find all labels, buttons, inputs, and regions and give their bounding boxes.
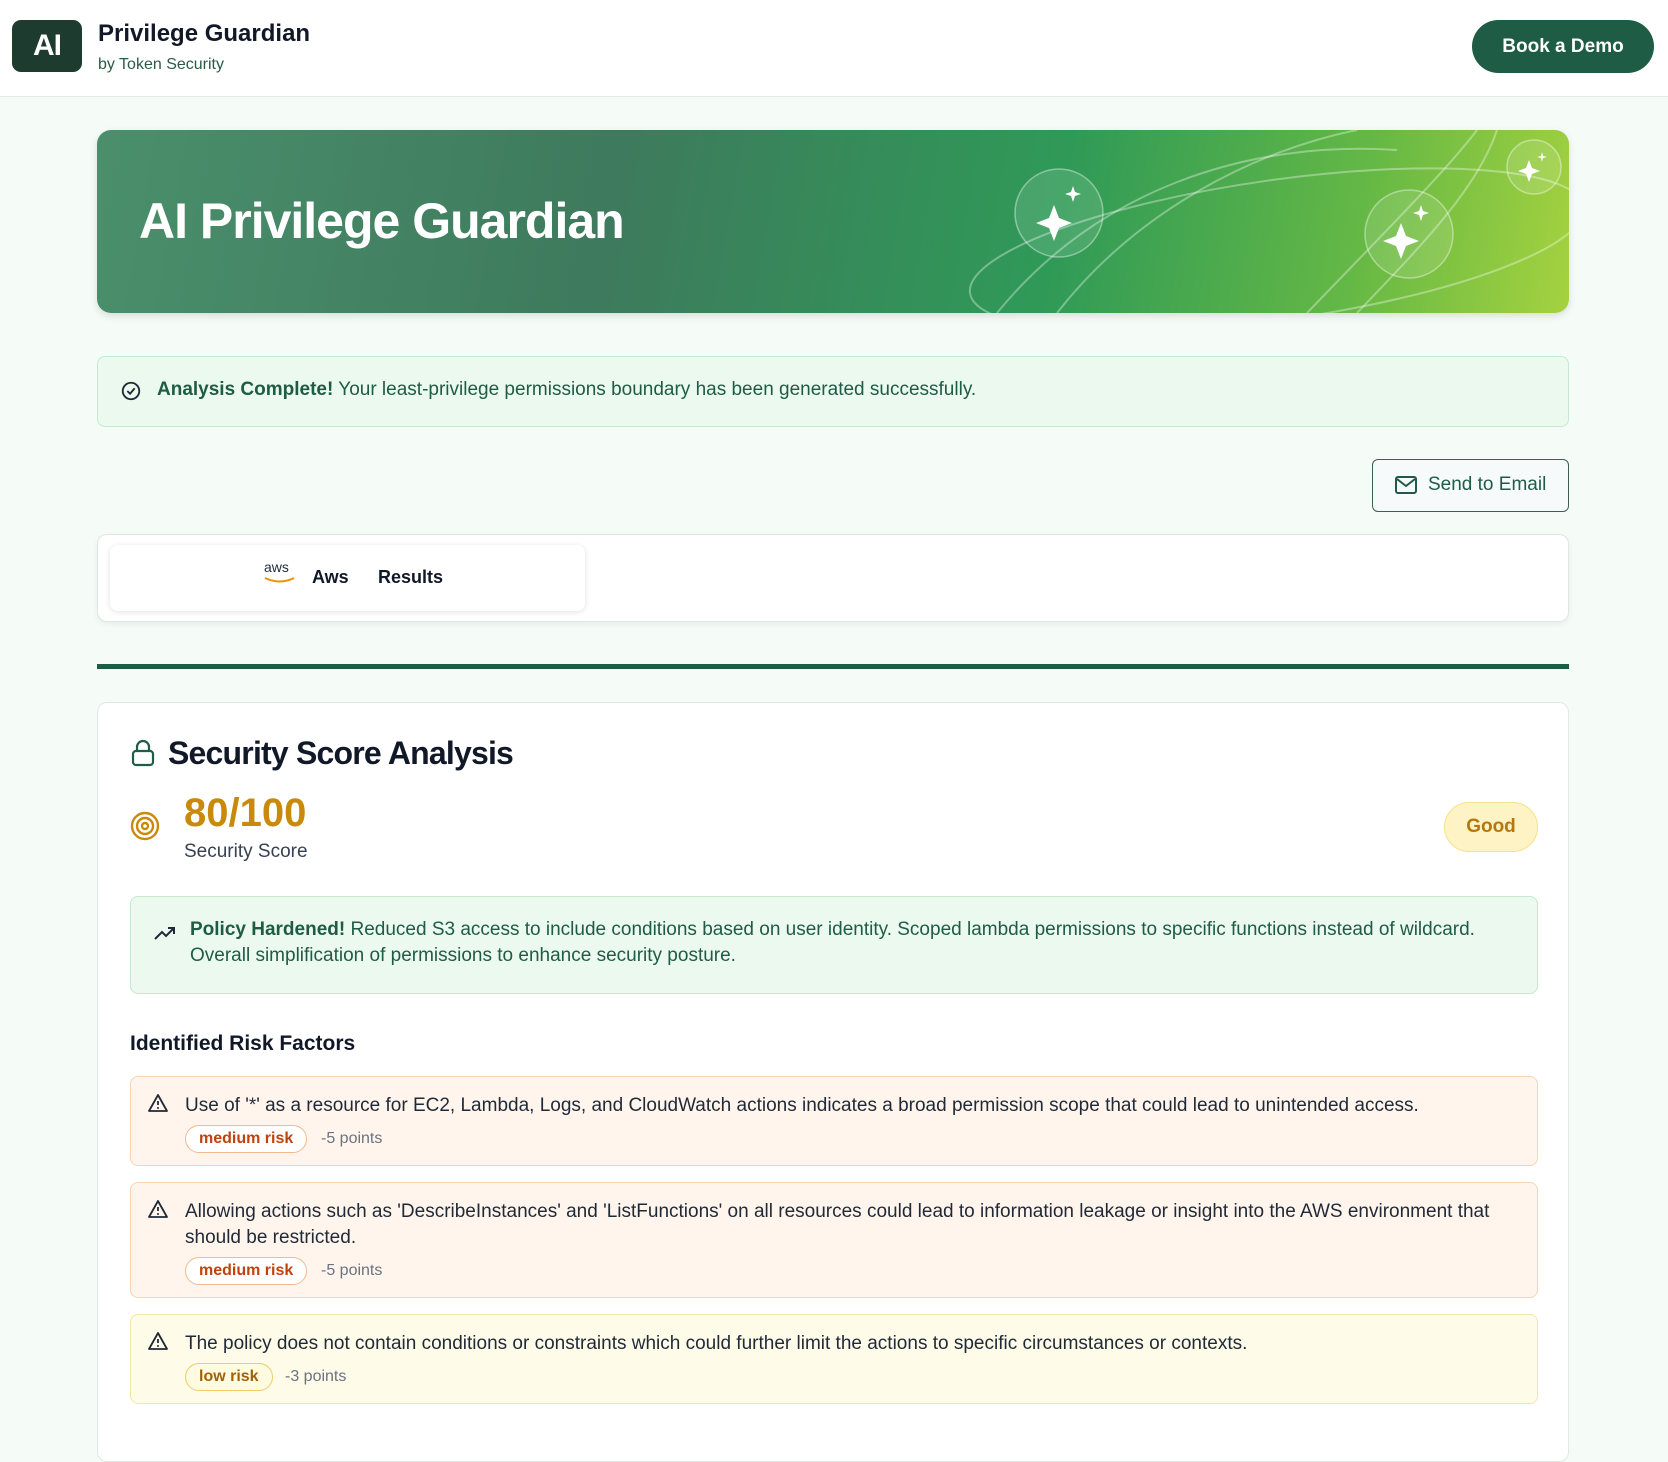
security-score-card: Security Score Analysis 80/100 Security … [97,702,1569,1462]
risk-factor-item: The policy does not contain conditions o… [130,1314,1538,1404]
provider-tabs: aws Aws Results [97,534,1569,622]
trending-up-icon [154,927,175,940]
risk-description: Allowing actions such as 'DescribeInstan… [185,1201,1490,1248]
hero-banner: AI Privilege Guardian [97,130,1569,313]
risk-description: The policy does not contain conditions o… [185,1333,1248,1354]
lock-icon [131,739,155,767]
aws-logo-icon: aws [264,559,289,575]
risk-points: -5 points [321,1262,383,1279]
send-email-label: Send to Email [1428,474,1547,495]
app-logo: AI [12,20,82,72]
policy-hardened-title: Policy Hardened! [190,919,346,940]
security-score-value: 80/100 [184,791,307,835]
app-subtitle: by Token Security [98,56,224,73]
policy-hardened-note: Policy Hardened! Reduced S3 access to in… [130,896,1538,994]
alert-title: Analysis Complete! [157,379,334,400]
rating-badge: Good [1444,802,1538,852]
risk-points: -5 points [321,1130,383,1147]
warning-icon [148,1200,168,1218]
top-bar: AI Privilege Guardian by Token Security … [0,0,1668,97]
alert-message: Analysis Complete! Your least-privilege … [157,379,976,401]
aws-smile-icon [264,577,295,583]
hero-title: AI Privilege Guardian [139,193,625,249]
app-title: Privilege Guardian [98,20,311,47]
risk-level-badge: medium risk [185,1125,308,1153]
risk-factors-heading: Identified Risk Factors [130,1032,356,1055]
tab-aws-results[interactable]: aws Aws Results [110,545,585,611]
card-title: Security Score Analysis [168,735,514,771]
policy-hardened-body: Reduced S3 access to include conditions … [190,919,1475,966]
tab-results-label: Results [378,567,444,587]
warning-icon [148,1094,168,1112]
check-circle-icon [121,381,141,401]
success-alert: Analysis Complete! Your least-privilege … [97,356,1569,427]
risk-factor-item: Allowing actions such as 'DescribeInstan… [130,1182,1538,1298]
mail-icon [1395,476,1417,494]
alert-body: Your least-privilege permissions boundar… [333,379,977,400]
send-email-button[interactable]: Send to Email [1372,459,1569,512]
warning-icon [148,1332,168,1350]
risk-points: -3 points [285,1368,347,1385]
tab-provider-label: Aws [312,567,349,587]
policy-hardened-text: Policy Hardened! Reduced S3 access to in… [190,917,1520,969]
section-divider [97,664,1569,669]
risk-description: Use of '*' as a resource for EC2, Lambda… [185,1095,1419,1116]
book-demo-button[interactable]: Book a Demo [1472,20,1654,73]
target-icon [130,811,160,841]
risk-level-badge: medium risk [185,1257,308,1285]
risk-factor-item: Use of '*' as a resource for EC2, Lambda… [130,1076,1538,1166]
risk-level-badge: low risk [185,1363,273,1391]
security-score-label: Security Score [184,841,308,862]
